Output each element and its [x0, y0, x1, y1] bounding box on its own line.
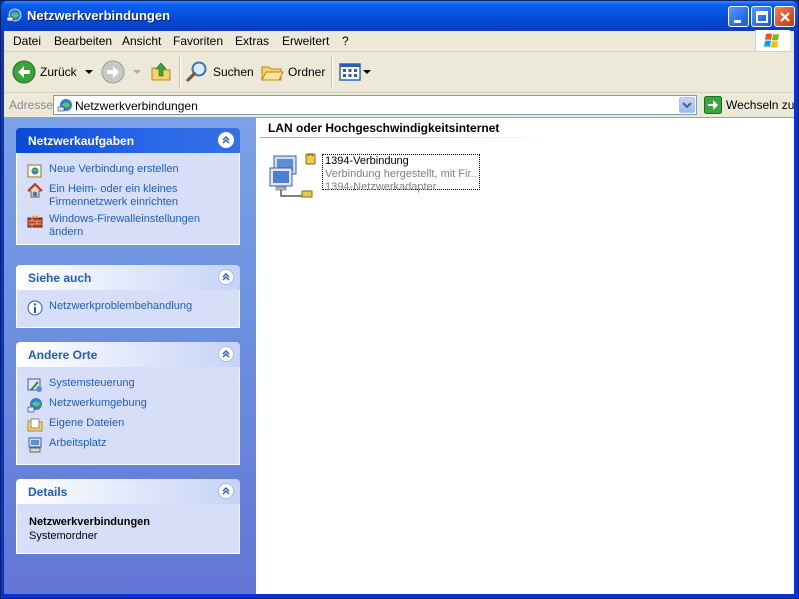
details-panel: Netzwerkverbindungen Systemordner — [16, 504, 240, 554]
menu-bar: Datei Bearbeiten Ansicht Favoriten Extra… — [4, 30, 795, 52]
content-area: Netzwerkaufgaben Neue Verbindung erstell… — [4, 117, 795, 597]
network-tasks-header[interactable]: Netzwerkaufgaben — [16, 128, 240, 153]
task-pane: Netzwerkaufgaben Neue Verbindung erstell… — [4, 118, 256, 597]
chevron-down-icon — [682, 102, 692, 109]
home-network-icon — [27, 183, 43, 198]
menu-ansicht[interactable]: Ansicht — [122, 34, 161, 48]
menu-favoriten[interactable]: Favoriten — [173, 34, 223, 48]
up-button[interactable] — [149, 59, 173, 85]
address-bar: Adresse Netzwerkverbindungen Wechseln zu — [4, 93, 795, 117]
address-value: Netzwerkverbindungen — [75, 99, 198, 113]
network-connections-icon — [6, 8, 22, 22]
details-type: Systemordner — [29, 530, 98, 542]
menu-help[interactable]: ? — [342, 34, 349, 48]
address-dropdown-button[interactable] — [679, 97, 695, 113]
close-icon — [780, 12, 790, 22]
details-name: Netzwerkverbindungen — [29, 516, 151, 528]
connection-label: 1394-Verbindung Verbindung hergestellt, … — [322, 154, 480, 193]
back-arrow-icon — [12, 60, 36, 84]
window-title: Netzwerkverbindungen — [27, 8, 171, 23]
control-panel-icon — [27, 378, 42, 392]
maximize-button[interactable] — [751, 6, 772, 27]
task-network-troubleshooter[interactable]: Netzwerkproblembehandlung — [27, 300, 229, 316]
forward-button[interactable] — [101, 59, 143, 85]
see-also-panel: Netzwerkproblembehandlung — [16, 290, 240, 328]
menu-bearbeiten[interactable]: Bearbeiten — [54, 34, 112, 48]
go-arrow-icon — [704, 96, 722, 114]
firewall-icon — [27, 215, 43, 228]
collapse-chevron-icon[interactable] — [218, 132, 234, 148]
new-connection-icon — [27, 164, 42, 178]
other-places-header[interactable]: Andere Orte — [16, 342, 240, 367]
window-border-bottom — [1, 594, 799, 598]
info-icon — [27, 300, 43, 316]
collapse-chevron-icon[interactable] — [218, 346, 234, 362]
place-my-documents[interactable]: Eigene Dateien — [27, 417, 229, 433]
see-also-header[interactable]: Siehe auch — [16, 265, 240, 290]
title-bar[interactable]: Netzwerkverbindungen — [1, 1, 798, 31]
standard-toolbar: Zurück Suchen Ordner — [4, 52, 795, 93]
collapse-chevron-icon[interactable] — [218, 269, 234, 285]
network-places-icon — [27, 398, 42, 413]
views-button[interactable] — [338, 59, 372, 85]
address-label: Adresse — [9, 98, 54, 112]
network-connections-icon — [57, 99, 72, 112]
other-places-panel: Systemsteuerung Netzwerkumgebung Eigene … — [16, 367, 240, 465]
forward-arrow-icon — [101, 60, 125, 84]
window-border-right — [794, 31, 798, 596]
back-button[interactable]: Zurück — [12, 59, 95, 85]
folders-button[interactable]: Ordner — [260, 59, 325, 85]
network-connection-icon — [269, 153, 316, 198]
place-my-computer[interactable]: Arbeitsplatz — [27, 437, 229, 453]
windows-flag-icon — [764, 33, 779, 48]
chevron-down-icon — [363, 70, 371, 74]
task-new-connection[interactable]: Neue Verbindung erstellen — [27, 163, 229, 179]
minimize-icon — [734, 20, 741, 23]
explorer-window: Netzwerkverbindungen Datei Bearbeiten An… — [0, 0, 799, 599]
file-list-area: LAN oder Hochgeschwindigkeitsinternet 13… — [256, 118, 795, 597]
menu-extras[interactable]: Extras — [235, 34, 269, 48]
go-button[interactable]: Wechseln zu — [704, 96, 794, 114]
task-firewall-settings[interactable]: Windows-Firewalleinstellungen ändern — [27, 213, 229, 239]
window-client: Datei Bearbeiten Ansicht Favoriten Extra… — [4, 30, 795, 597]
minimize-button[interactable] — [728, 6, 749, 27]
close-button[interactable] — [774, 6, 795, 27]
search-button[interactable]: Suchen — [185, 59, 254, 85]
connection-name: 1394-Verbindung — [325, 155, 409, 167]
details-header[interactable]: Details — [16, 479, 240, 504]
my-computer-icon — [28, 437, 42, 453]
windows-logo — [755, 30, 790, 51]
maximize-icon — [756, 11, 768, 23]
address-input[interactable]: Netzwerkverbindungen — [53, 95, 697, 115]
group-header: LAN oder Hochgeschwindigkeitsinternet — [268, 121, 500, 135]
my-documents-icon — [27, 418, 43, 432]
folder-icon — [261, 66, 284, 81]
collapse-chevron-icon[interactable] — [218, 483, 234, 499]
folder-up-icon — [151, 62, 171, 81]
connection-status: Verbindung hergestellt, mit Fir... — [325, 168, 477, 180]
network-tasks-panel: Neue Verbindung erstellen Ein Heim- oder… — [16, 153, 240, 245]
task-home-network[interactable]: Ein Heim- oder ein kleines Firmennetzwer… — [27, 183, 229, 209]
connection-adapter: 1394-Netzwerkadapter — [325, 181, 437, 193]
place-network-places[interactable]: Netzwerkumgebung — [27, 397, 229, 413]
group-divider — [260, 137, 550, 138]
views-icon — [339, 63, 361, 81]
chevron-down-icon — [84, 70, 93, 74]
toolbar-separator — [331, 56, 333, 88]
menu-erweitert[interactable]: Erweitert — [282, 34, 329, 48]
place-control-panel[interactable]: Systemsteuerung — [27, 377, 229, 393]
menu-datei[interactable]: Datei — [13, 34, 41, 48]
toolbar-separator — [179, 56, 181, 88]
search-icon — [186, 61, 207, 82]
chevron-down-icon — [133, 70, 141, 74]
